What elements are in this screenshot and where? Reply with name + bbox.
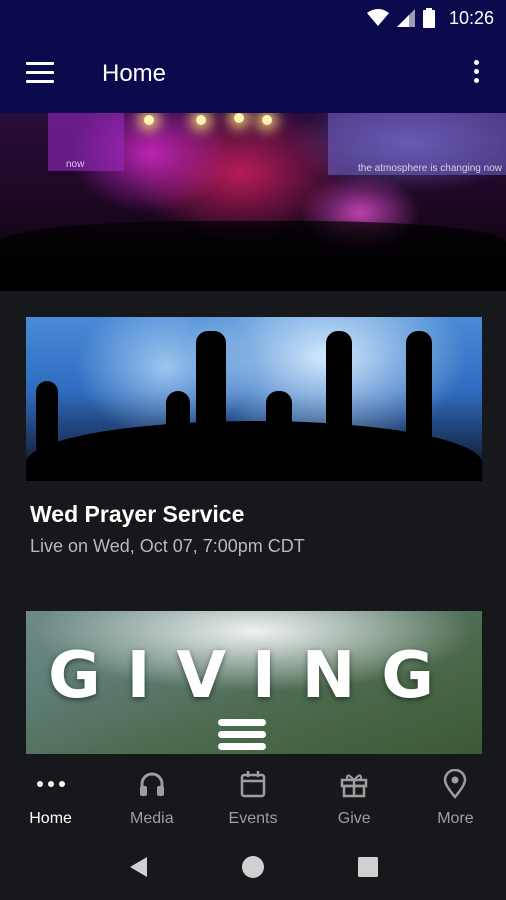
giving-card[interactable]: GIVING [26, 611, 482, 754]
more-options-icon[interactable] [468, 60, 484, 90]
nav-label: Media [130, 810, 174, 827]
page-title: Home [102, 60, 167, 87]
home-circle-icon[interactable] [233, 847, 273, 887]
church-logo [218, 719, 266, 754]
card-subtitle: Live on Wed, Oct 07, 7:00pm CDT [30, 536, 305, 556]
giving-banner-image: GIVING [26, 611, 482, 754]
calendar-icon [202, 768, 303, 800]
nav-label: Events [228, 810, 278, 827]
event-card-prayer-service[interactable]: Wed Prayer Service Live on Wed, Oct 07, … [26, 317, 482, 557]
location-pin-icon [405, 768, 506, 800]
cell-signal-icon [396, 9, 415, 27]
hero-banner-image[interactable]: now the atmosphere is changing now [0, 113, 506, 291]
system-navigation-bar [0, 834, 506, 900]
bottom-navigation: Home Media Events Give More [0, 754, 506, 834]
nav-events[interactable]: Events [202, 754, 303, 834]
back-icon[interactable] [118, 847, 158, 887]
status-time: 10:26 [448, 7, 494, 28]
dots-icon [0, 768, 101, 800]
nav-media[interactable]: Media [101, 754, 202, 834]
worship-image [26, 317, 482, 481]
screen-caption-left: now [66, 159, 85, 170]
nav-more[interactable]: More [405, 754, 506, 834]
wifi-icon [366, 9, 389, 26]
giving-banner-text: GIVING [48, 639, 460, 713]
recents-icon[interactable] [348, 847, 388, 887]
app-bar: Home [0, 36, 506, 113]
nav-give[interactable]: Give [304, 754, 405, 834]
nav-label: Give [337, 810, 371, 827]
stage-light [262, 115, 272, 125]
crowd-silhouette [0, 221, 506, 291]
nav-home[interactable]: Home [0, 754, 101, 834]
card-title: Wed Prayer Service [30, 501, 245, 527]
home-feed[interactable]: now the atmosphere is changing now Wed P… [0, 113, 506, 754]
stage-light [196, 115, 206, 125]
headphones-icon [101, 768, 202, 800]
screen-caption-right: the atmosphere is changing now [358, 163, 502, 174]
battery-icon [422, 8, 435, 28]
stage-screen-left [48, 113, 124, 171]
stage-light [144, 115, 154, 125]
gift-icon [304, 768, 405, 800]
nav-label: More [437, 810, 474, 827]
menu-icon[interactable] [26, 62, 54, 86]
stage-light [234, 113, 244, 123]
status-bar: 10:26 [0, 0, 506, 36]
nav-label: Home [29, 810, 72, 827]
